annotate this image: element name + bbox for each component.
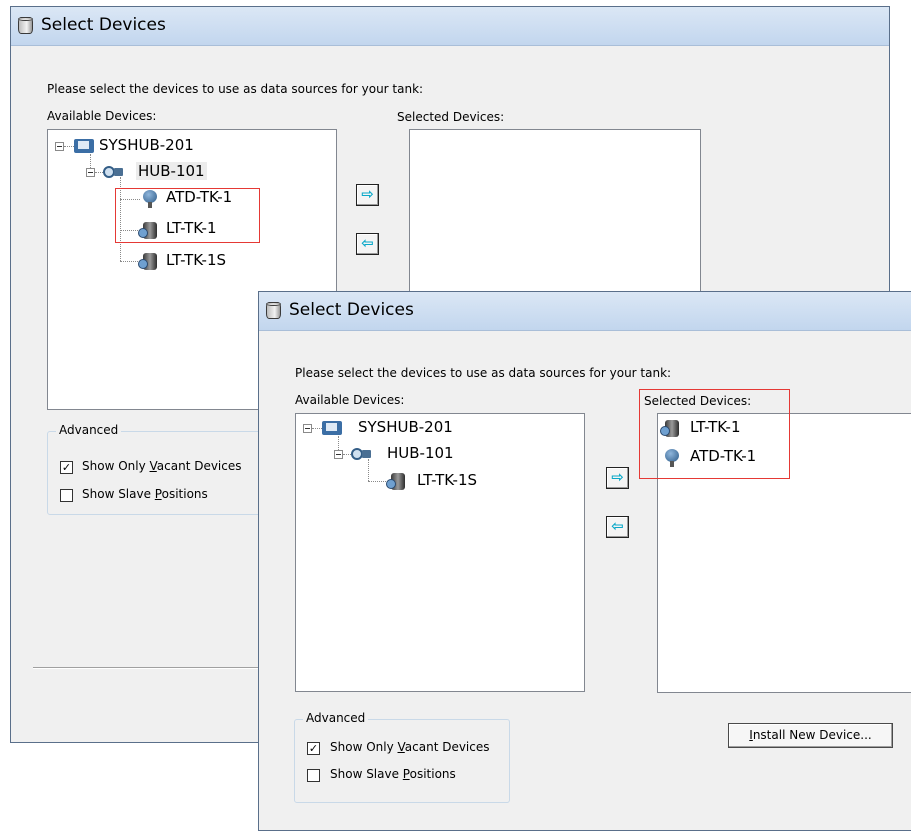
tree-node-hub[interactable]: HUB-101 xyxy=(387,444,454,462)
show-vacant-label[interactable]: Show Only Vacant Devices xyxy=(82,459,242,473)
back-footer-separator xyxy=(33,667,293,669)
show-slave-checkbox[interactable] xyxy=(60,489,73,502)
collapse-icon[interactable] xyxy=(55,142,64,151)
back-available-devices-label: Available Devices: xyxy=(47,109,157,123)
highlight-box xyxy=(639,389,790,479)
front-available-devices-tree[interactable]: SYSHUB-201 HUB-101 LT-TK-1S xyxy=(295,413,585,692)
show-slave-label[interactable]: Show Slave Positions xyxy=(82,487,208,501)
level-transmitter-icon xyxy=(138,253,158,271)
show-vacant-label[interactable]: Show Only Vacant Devices xyxy=(330,740,490,754)
tank-icon xyxy=(18,17,33,34)
front-dialog-title: Select Devices xyxy=(289,300,414,320)
level-transmitter-icon xyxy=(386,473,406,491)
remove-device-button[interactable]: ⇦ xyxy=(606,516,629,538)
show-slave-label[interactable]: Show Slave Positions xyxy=(330,767,456,781)
front-select-devices-dialog: Select Devices Please select the devices… xyxy=(258,291,911,831)
system-hub-icon xyxy=(322,421,342,435)
advanced-group-title: Advanced xyxy=(303,711,369,725)
front-instruction-text: Please select the devices to use as data… xyxy=(295,366,672,380)
front-available-devices-label: Available Devices: xyxy=(295,393,405,407)
tank-icon xyxy=(266,302,281,319)
show-vacant-checkbox[interactable]: ✓ xyxy=(60,461,73,474)
front-advanced-group: Advanced ✓ Show Only Vacant Devices Show… xyxy=(294,711,510,803)
show-vacant-checkbox[interactable]: ✓ xyxy=(307,742,320,755)
advanced-group-title: Advanced xyxy=(56,423,122,437)
back-title-bar: Select Devices xyxy=(11,7,889,46)
highlight-box xyxy=(115,188,260,243)
system-hub-icon xyxy=(74,139,94,153)
tree-node-syshub[interactable]: SYSHUB-201 xyxy=(99,136,194,154)
collapse-icon[interactable] xyxy=(86,168,95,177)
tree-node-syshub[interactable]: SYSHUB-201 xyxy=(358,418,453,436)
tree-node-device[interactable]: LT-TK-1S xyxy=(417,471,477,489)
back-selected-devices-label: Selected Devices: xyxy=(397,110,505,124)
collapse-icon[interactable] xyxy=(334,450,343,459)
remove-device-button[interactable]: ⇦ xyxy=(356,233,379,255)
collapse-icon[interactable] xyxy=(303,424,312,433)
front-title-bar: Select Devices xyxy=(259,292,911,331)
tree-node-hub[interactable]: HUB-101 xyxy=(136,162,207,180)
show-slave-checkbox[interactable] xyxy=(307,769,320,782)
install-new-device-button[interactable]: Install New Device... xyxy=(728,723,893,748)
back-selected-devices-list[interactable] xyxy=(409,129,701,299)
add-device-button[interactable]: ⇨ xyxy=(606,467,629,489)
add-device-button[interactable]: ⇨ xyxy=(356,184,379,206)
back-instruction-text: Please select the devices to use as data… xyxy=(47,82,424,96)
back-advanced-group: Advanced ✓ Show Only Vacant Devices Show… xyxy=(47,423,261,515)
back-dialog-title: Select Devices xyxy=(41,15,166,35)
tree-node-device[interactable]: LT-TK-1S xyxy=(166,251,226,269)
